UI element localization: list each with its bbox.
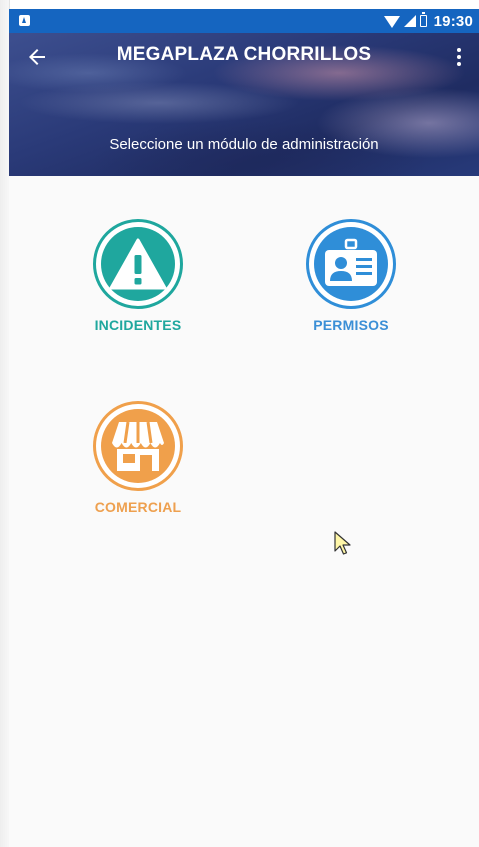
battery-icon <box>419 12 427 27</box>
module-comercial[interactable]: COMERCIAL <box>63 401 213 515</box>
wifi-icon <box>383 16 400 28</box>
module-permisos-circle[interactable] <box>306 219 396 309</box>
more-vert-icon <box>457 48 461 52</box>
app-screen: 19:30 MEGAPLAZA CHORRILLOS Seleccione un… <box>9 9 479 847</box>
id-badge-icon <box>325 238 377 286</box>
notification-icon <box>19 15 30 26</box>
module-comercial-circle[interactable] <box>93 401 183 491</box>
signal-icon <box>403 15 416 27</box>
status-bar: 19:30 <box>9 9 479 33</box>
module-permisos-label: PERMISOS <box>313 317 389 333</box>
module-permisos[interactable]: PERMISOS <box>276 219 426 333</box>
store-icon <box>112 421 164 471</box>
warning-icon <box>109 238 167 290</box>
module-incidentes[interactable]: INCIDENTES <box>63 219 213 333</box>
status-icons: 19:30 <box>383 11 473 31</box>
mouse-cursor-icon <box>334 531 351 555</box>
status-time: 19:30 <box>433 12 473 30</box>
page-title: MEGAPLAZA CHORRILLOS <box>116 44 372 65</box>
frame-top-edge <box>0 0 479 9</box>
module-comercial-label: COMERCIAL <box>94 499 182 515</box>
module-incidentes-circle[interactable] <box>93 219 183 309</box>
header-subtitle: Seleccione un módulo de administración <box>109 136 379 153</box>
module-incidentes-label: INCIDENTES <box>94 317 182 333</box>
overflow-menu-button[interactable] <box>449 45 469 69</box>
app-header: MEGAPLAZA CHORRILLOS Seleccione un módul… <box>9 33 479 176</box>
